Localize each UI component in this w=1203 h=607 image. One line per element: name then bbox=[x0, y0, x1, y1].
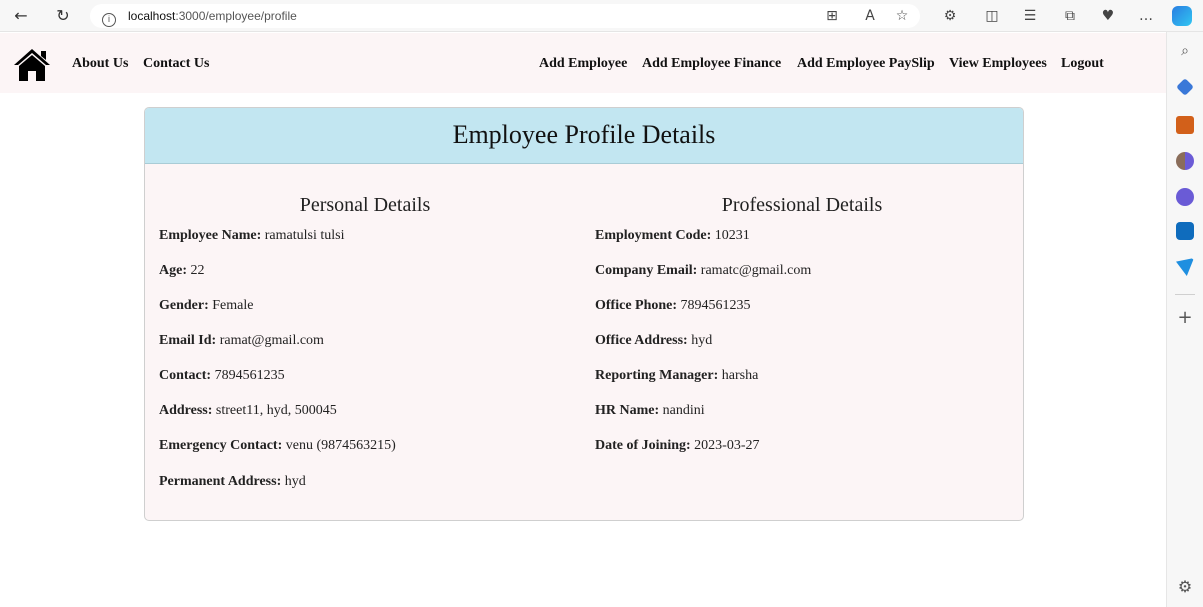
field-value: ramat@gmail.com bbox=[219, 333, 324, 348]
professional-details-heading: Professional Details bbox=[721, 194, 883, 216]
field-value: Female bbox=[212, 298, 254, 313]
professional-field: Office Address: hyd bbox=[595, 333, 712, 349]
copilot-icon[interactable] bbox=[1172, 6, 1192, 26]
nav-add-employee-finance[interactable]: Add Employee Finance bbox=[642, 56, 781, 72]
profile-card: Employee Profile Details Personal Detail… bbox=[144, 107, 1024, 521]
personal-field: Contact: 7894561235 bbox=[159, 368, 285, 384]
nav-logout[interactable]: Logout bbox=[1061, 56, 1104, 72]
professional-field: Office Phone: 7894561235 bbox=[595, 298, 751, 314]
field-value: ramatc@gmail.com bbox=[700, 263, 812, 278]
send-icon[interactable] bbox=[1176, 258, 1194, 276]
field-label: Gender: bbox=[159, 298, 209, 313]
split-screen-icon[interactable]: ◫ bbox=[982, 6, 1002, 26]
nav-add-employee-payslip[interactable]: Add Employee PaySlip bbox=[797, 56, 935, 72]
professional-field: Date of Joining: 2023-03-27 bbox=[595, 438, 760, 454]
field-value: ramatulsi tulsi bbox=[264, 228, 345, 243]
games-icon[interactable] bbox=[1176, 152, 1194, 170]
field-label: Address: bbox=[159, 403, 213, 418]
browser-essentials-icon[interactable]: ♥ bbox=[1098, 6, 1118, 26]
immersive-reader-icon[interactable]: ⊞ bbox=[822, 6, 842, 26]
nav-about-us[interactable]: About Us bbox=[72, 56, 128, 72]
field-label: Office Phone: bbox=[595, 298, 678, 313]
professional-field: Reporting Manager: harsha bbox=[595, 368, 758, 384]
collections-icon[interactable]: ⧉ bbox=[1060, 6, 1080, 26]
tools-briefcase-icon[interactable] bbox=[1176, 116, 1194, 134]
field-value: 2023-03-27 bbox=[694, 438, 760, 453]
nav-view-employees[interactable]: View Employees bbox=[949, 56, 1047, 72]
field-value: street11, hyd, 500045 bbox=[215, 403, 337, 418]
browser-sidebar: ⌕ + ⚙ bbox=[1166, 32, 1203, 607]
personal-field: Emergency Contact: venu (9874563215) bbox=[159, 438, 396, 454]
field-label: Permanent Address: bbox=[159, 474, 282, 489]
personal-field: Gender: Female bbox=[159, 298, 253, 314]
field-value: harsha bbox=[721, 368, 759, 383]
refresh-icon[interactable]: ↻ bbox=[52, 5, 74, 27]
field-value: 10231 bbox=[714, 228, 750, 243]
browser-toolbar: ← ↻ i localhost:3000/employee/profile ⊞ A… bbox=[0, 0, 1203, 32]
field-value: venu (9874563215) bbox=[285, 438, 396, 453]
field-label: HR Name: bbox=[595, 403, 660, 418]
favorites-icon[interactable]: ☰ bbox=[1020, 6, 1040, 26]
m365-icon[interactable] bbox=[1176, 188, 1194, 206]
field-label: Company Email: bbox=[595, 263, 698, 278]
top-navbar: About Us Contact Us Add Employee Add Emp… bbox=[0, 33, 1166, 93]
professional-field: Company Email: ramatc@gmail.com bbox=[595, 263, 811, 279]
nav-add-employee[interactable]: Add Employee bbox=[539, 56, 627, 72]
field-label: Reporting Manager: bbox=[595, 368, 719, 383]
field-value: 7894561235 bbox=[214, 368, 285, 383]
page-viewport: About Us Contact Us Add Employee Add Emp… bbox=[0, 33, 1166, 607]
personal-field: Employee Name: ramatulsi tulsi bbox=[159, 228, 344, 244]
field-value: 7894561235 bbox=[680, 298, 751, 313]
field-label: Contact: bbox=[159, 368, 212, 383]
field-value: hyd bbox=[284, 474, 306, 489]
address-bar[interactable]: i localhost:3000/employee/profile bbox=[90, 4, 920, 28]
professional-field: HR Name: nandini bbox=[595, 403, 705, 419]
field-label: Employee Name: bbox=[159, 228, 262, 243]
field-value: nandini bbox=[662, 403, 705, 418]
shopping-tag-icon[interactable] bbox=[1176, 78, 1194, 96]
read-aloud-icon[interactable]: A bbox=[860, 6, 880, 26]
info-icon[interactable]: i bbox=[102, 13, 116, 27]
field-value: hyd bbox=[691, 333, 713, 348]
add-icon[interactable]: + bbox=[1175, 308, 1195, 328]
outlook-icon[interactable] bbox=[1176, 222, 1194, 240]
field-value: 22 bbox=[190, 263, 205, 278]
nav-contact-us[interactable]: Contact Us bbox=[143, 56, 210, 72]
sidebar-divider bbox=[1175, 294, 1195, 295]
search-icon[interactable]: ⌕ bbox=[1176, 42, 1194, 60]
url-path: :3000/employee/profile bbox=[175, 9, 297, 23]
more-menu-icon[interactable]: … bbox=[1136, 6, 1156, 26]
field-label: Office Address: bbox=[595, 333, 688, 348]
field-label: Age: bbox=[159, 263, 187, 278]
personal-field: Email Id: ramat@gmail.com bbox=[159, 333, 324, 349]
back-icon[interactable]: ← bbox=[10, 5, 32, 27]
url-host: localhost bbox=[128, 9, 176, 23]
card-title: Employee Profile Details bbox=[145, 108, 1023, 164]
personal-details-heading: Personal Details bbox=[299, 194, 431, 216]
favorite-star-icon[interactable]: ☆ bbox=[892, 6, 912, 26]
home-icon[interactable] bbox=[14, 48, 50, 82]
professional-field: Employment Code: 10231 bbox=[595, 228, 750, 244]
personal-field: Age: 22 bbox=[159, 263, 205, 279]
field-label: Employment Code: bbox=[595, 228, 712, 243]
field-label: Date of Joining: bbox=[595, 438, 691, 453]
personal-field: Permanent Address: hyd bbox=[159, 474, 306, 490]
field-label: Emergency Contact: bbox=[159, 438, 283, 453]
personal-field: Address: street11, hyd, 500045 bbox=[159, 403, 337, 419]
field-label: Email Id: bbox=[159, 333, 217, 348]
extensions-icon[interactable]: ⚙ bbox=[940, 6, 960, 26]
settings-gear-icon[interactable]: ⚙ bbox=[1175, 577, 1195, 597]
